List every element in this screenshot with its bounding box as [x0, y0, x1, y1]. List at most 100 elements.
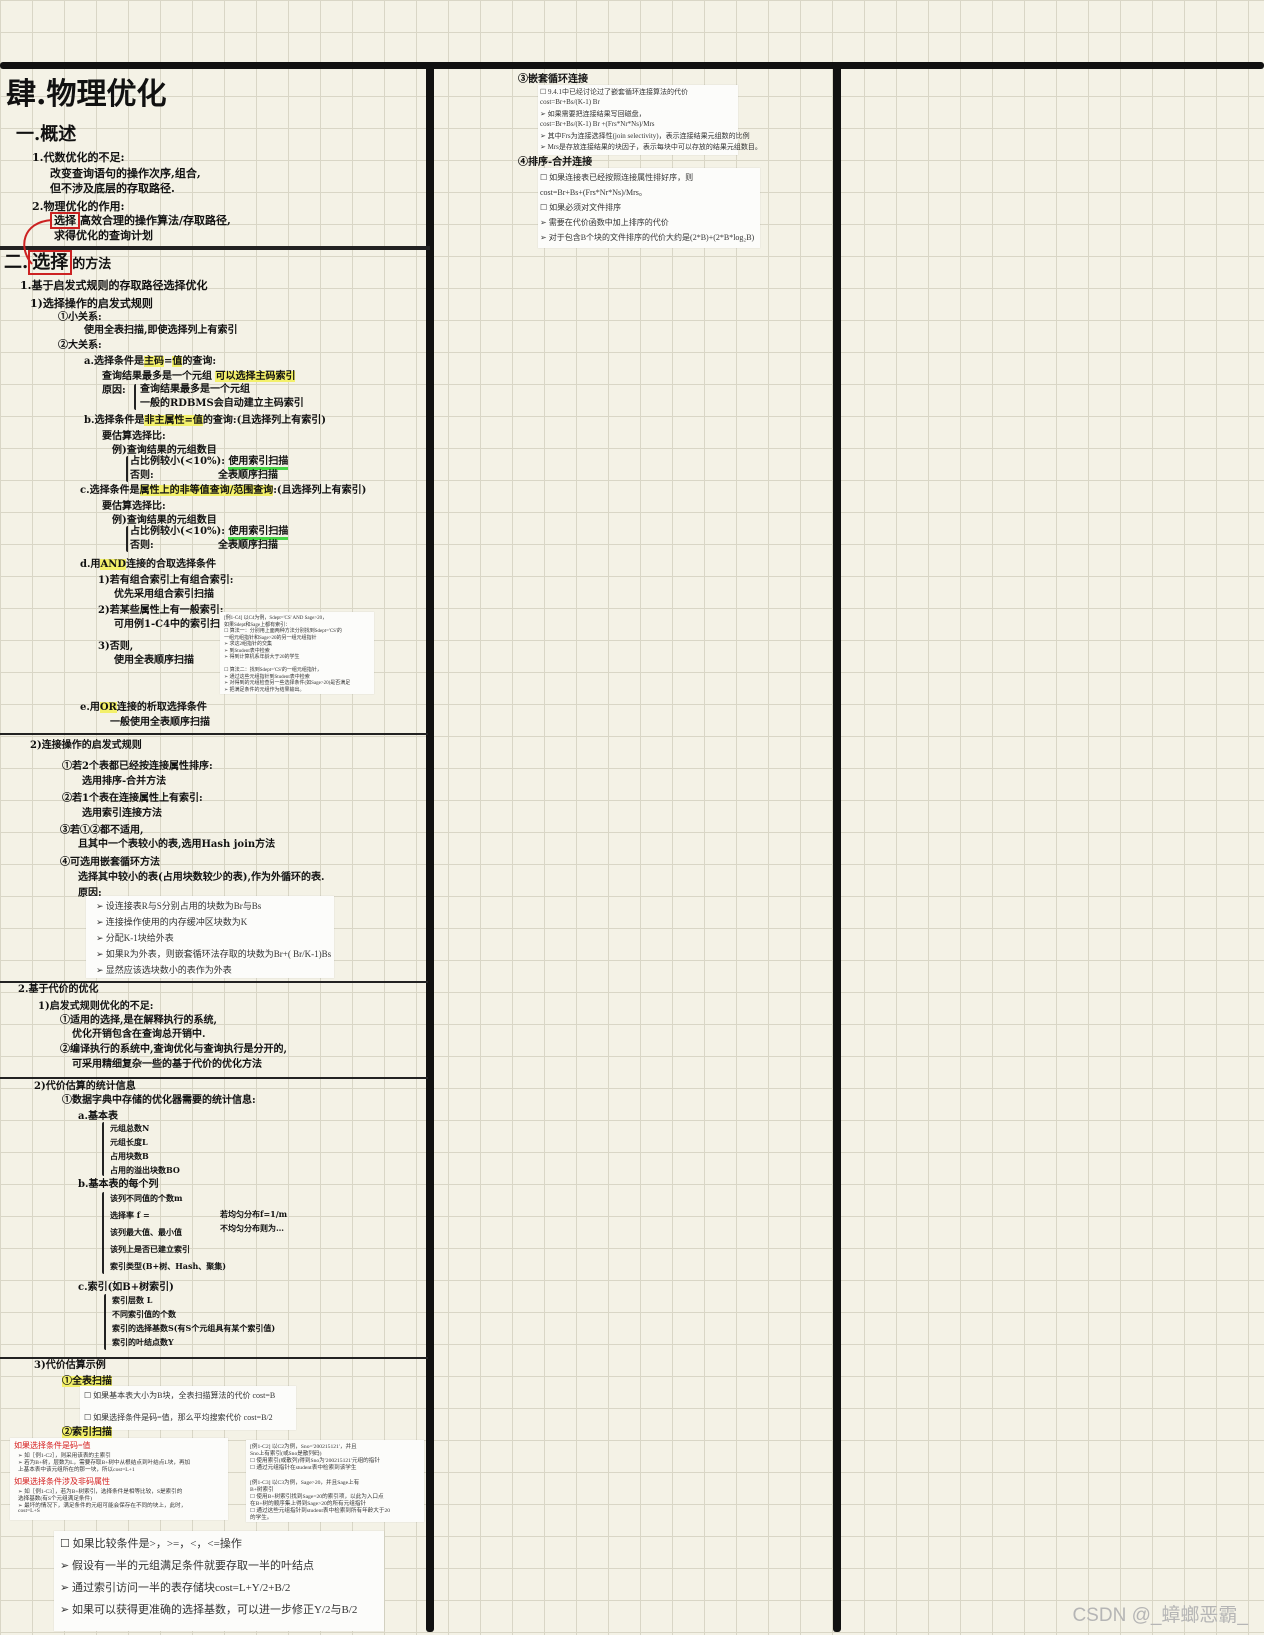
- rule-b1b: 占比例较小(<10%): 使用索引扫描: [130, 456, 289, 470]
- s2a1b: 优化开销包含在查询总开销中.: [72, 1029, 206, 1040]
- rule-e1: 一般使用全表顺序扫描: [110, 717, 210, 728]
- s3a2: b.基本表的每个列: [78, 1179, 159, 1190]
- s4: 3)代价估算示例: [34, 1360, 106, 1371]
- sec1-p1a: 改变查询语句的操作次序,组合,: [50, 167, 201, 180]
- rule-b1e: 全表顺序扫描: [218, 470, 278, 481]
- divider-stats: [0, 1077, 428, 1079]
- range-compare-card: ☐ 如果比较条件是>，>=，<，<=操作 ➢ 假设有一半的元组满足条件就要存取一半…: [54, 1531, 384, 1631]
- s2a2b: 可采用精细复杂一些的基于代价的优化方法: [72, 1059, 262, 1070]
- s1a1a: 使用全表扫描,即使选择列上有索引: [84, 325, 238, 336]
- s2a: 1)启发式规则优化的不足:: [38, 1001, 154, 1012]
- text-line: ➢ 连接操作使用的内存缓冲区块数为K: [96, 917, 248, 927]
- text-line: ➢ 得到计算机系年龄大于20的学生: [224, 655, 300, 660]
- text-line: 上基本表中该元组所在的那一块，所以cost=L+1: [18, 1467, 135, 1473]
- s3: 2)代价估算的统计信息: [34, 1081, 136, 1092]
- rule-c1a: 例)查询结果的元组数目: [112, 515, 217, 526]
- join-4a: 选择其中较小的表(占用块数较少的表),作为外循环的表.: [78, 872, 325, 883]
- text-line: ➢ 最坏的情况下，满足条件的元组可能会保存在不同的块上，此时，: [18, 1503, 187, 1509]
- column-divider-1: [426, 66, 434, 1632]
- rule-a2a: 查询结果最多是一个元组: [140, 384, 250, 395]
- divider-example: [0, 1357, 428, 1359]
- rule-d2: 2)若某些属性上有一般索引:: [98, 605, 224, 616]
- brace-s3a3: [104, 1294, 106, 1350]
- text-line: ☐ 如果连接表已经按照连接属性排好序，则: [540, 173, 694, 182]
- sort-merge-heading: ④排序-合并连接: [518, 157, 593, 168]
- text-line: ☐ 如果必须对文件排序: [540, 203, 622, 212]
- text-line: cost=Br+Bs/(K-1) Br: [540, 98, 600, 106]
- s2a2: ②编译执行的系统中,查询优化与查询执行是分开的,: [60, 1044, 287, 1055]
- text-line: cost=Br+Bs+(Frs*Nr*Ns)/Mrs。: [540, 188, 647, 197]
- s2: 2.基于代价的优化: [18, 984, 99, 995]
- brace-s3a1: [102, 1122, 104, 1176]
- rule-a2b: 一般的RDBMS会自动建立主码索引: [140, 398, 304, 409]
- text-line: ➢ 如果可以获得更准确的选择基数，可以进一步修正Y/2与B/2: [60, 1604, 358, 1616]
- text-line: ➢ 分配K-1块给外表: [96, 933, 174, 943]
- index-scan-card: 如果选择条件是码=值 ➢ 如［例1-C2］，则采用该表的主索引 ➢ 若为B+树，层数…: [10, 1438, 228, 1520]
- text-line: ➢ 需要在代价函数中加上排序的代价: [540, 218, 669, 227]
- nested-loop-heading: ③嵌套循环连接: [518, 74, 588, 85]
- rule-a: a.选择条件是主码=值的查询:: [84, 356, 217, 367]
- text-line: ➢ 如果需要把连接结果写回磁盘，: [540, 110, 646, 118]
- rule-e: e.用OR连接的析取选择条件: [80, 702, 207, 713]
- text-line: ➢ 对于包含B个块的文件排序的代价大约是(2*B)+(2*B*log₂B): [540, 233, 755, 242]
- join-3a: 且其中一个表较小的表,选用Hash join方法: [78, 839, 276, 850]
- rule-b1d: 否则:: [130, 470, 154, 481]
- rule-c1: 要估算选择比:: [102, 501, 166, 512]
- sort-merge-card: ☐ 如果连接表已经按照连接属性排好序，则 cost=Br+Bs+(Frs*Nr*…: [538, 168, 760, 248]
- text-line: cost=L+S: [18, 1508, 40, 1514]
- brace-b1: [126, 456, 128, 482]
- text-line: ➢ Mrs是存放连接结果的块因子，表示每块中可以存放的结果元组数目。: [540, 143, 762, 151]
- selectivity-note-1: 若均匀分布f=1/m: [220, 1209, 288, 1219]
- text-line: ☐ 如果选择条件是码=值，那么平均搜索代价 cost=B/2: [84, 1413, 273, 1422]
- sec2-heading: 二. 选择 的方法: [4, 250, 112, 275]
- rule-a2: 原因:: [102, 385, 126, 396]
- text-line: 的学生。: [250, 1515, 273, 1521]
- rule-c1d: 否则:: [130, 540, 154, 551]
- rule-c: c.选择条件是属性上的非等值查询/范围查询:(且选择列上有索引): [80, 485, 367, 496]
- column-divider-2: [833, 66, 841, 1632]
- rule-c1e: 全表顺序扫描: [218, 540, 278, 551]
- text-line: ☐ 如果基本表大小为B块，全表扫描算法的代价 cost=B: [84, 1391, 276, 1400]
- brace-a2: [134, 384, 136, 410]
- rule-d1: 1)若有组合索引上有组合索引:: [98, 575, 234, 586]
- idx-heading: 如果选择条件涉及非码属性: [14, 1477, 110, 1486]
- text-line: ➢ 把满足条件的元组作为结果输出。: [224, 687, 305, 693]
- top-divider: [0, 62, 1264, 69]
- example-c4-card: [例1-C4] 以C4为例，Sdept='CS' AND Sage>20， 如果S…: [220, 612, 374, 694]
- s3a3: c.索引(如B+树索引): [78, 1282, 174, 1293]
- stat-item: 索引层数 L: [112, 1295, 153, 1305]
- s3a: ①数据字典中存储的优化器需要的统计信息:: [62, 1095, 256, 1106]
- text-line: ☐ 通过元组指针在student表中检索到该学生: [250, 1465, 357, 1471]
- s1a2: ②大关系:: [58, 340, 102, 351]
- example-c2-c3-card: [例1-C2] 以C2为例，Sno='200215121'，并且 Sno上有索引(…: [246, 1440, 424, 1522]
- stat-item: 索引的叶结点数Y: [112, 1337, 174, 1347]
- rule-a1: 查询结果最多是一个元组 可以选择主码索引: [102, 371, 296, 382]
- rule-b: b.选择条件是非主属性=值的查询:(且选择列上有索引): [84, 415, 327, 426]
- stat-item: 索引类型(B+树、Hash、聚集): [110, 1261, 227, 1271]
- join-3: ③若①②都不适用,: [60, 825, 144, 836]
- brace-c1: [126, 526, 128, 552]
- selectivity-note-2: 不均匀分布则为…: [220, 1223, 284, 1233]
- stat-item: 不同索引值的个数: [112, 1309, 176, 1319]
- stat-item: 索引的选择基数S(有S个元组具有某个索引值): [112, 1323, 276, 1333]
- stat-item: 占用的溢出块数BO: [110, 1165, 180, 1175]
- text-line: ➢ 显然应该选块数小的表作为外表: [96, 965, 232, 975]
- sec1-p1b: 但不涉及底层的存取路径.: [50, 182, 175, 195]
- rule-d3: 3)否则,: [98, 641, 134, 652]
- stat-item: 选择率 f =: [110, 1210, 150, 1220]
- text-line: ➢ 假设有一半的元组满足条件就要存取一半的叶结点: [60, 1560, 314, 1572]
- rule-b1: 要估算选择比:: [102, 431, 166, 442]
- rule-d1a: 优先采用组合索引扫描: [114, 589, 214, 600]
- sec1-p1: 1.代数优化的不足:: [32, 151, 125, 164]
- divider-cost: [0, 981, 428, 983]
- rule-c1b: 占比例较小(<10%): 使用索引扫描: [130, 526, 289, 540]
- s1b: 2)连接操作的启发式规则: [30, 740, 142, 751]
- join-1: ①若2个表都已经按连接属性排序:: [62, 761, 213, 772]
- text-line: ☐ 如果比较条件是>，>=，<，<=操作: [60, 1538, 242, 1550]
- join-2a: 选用索引连接方法: [82, 808, 162, 819]
- stat-item: 该列不同值的个数m: [110, 1193, 183, 1203]
- rule-d2a: 可用例1-C4中的索引扫描: [114, 619, 231, 630]
- stat-item: 元组长度L: [110, 1137, 148, 1147]
- stat-item: 该列上是否已建立索引: [110, 1244, 190, 1254]
- sec1-p2: 2.物理优化的作用:: [32, 200, 125, 213]
